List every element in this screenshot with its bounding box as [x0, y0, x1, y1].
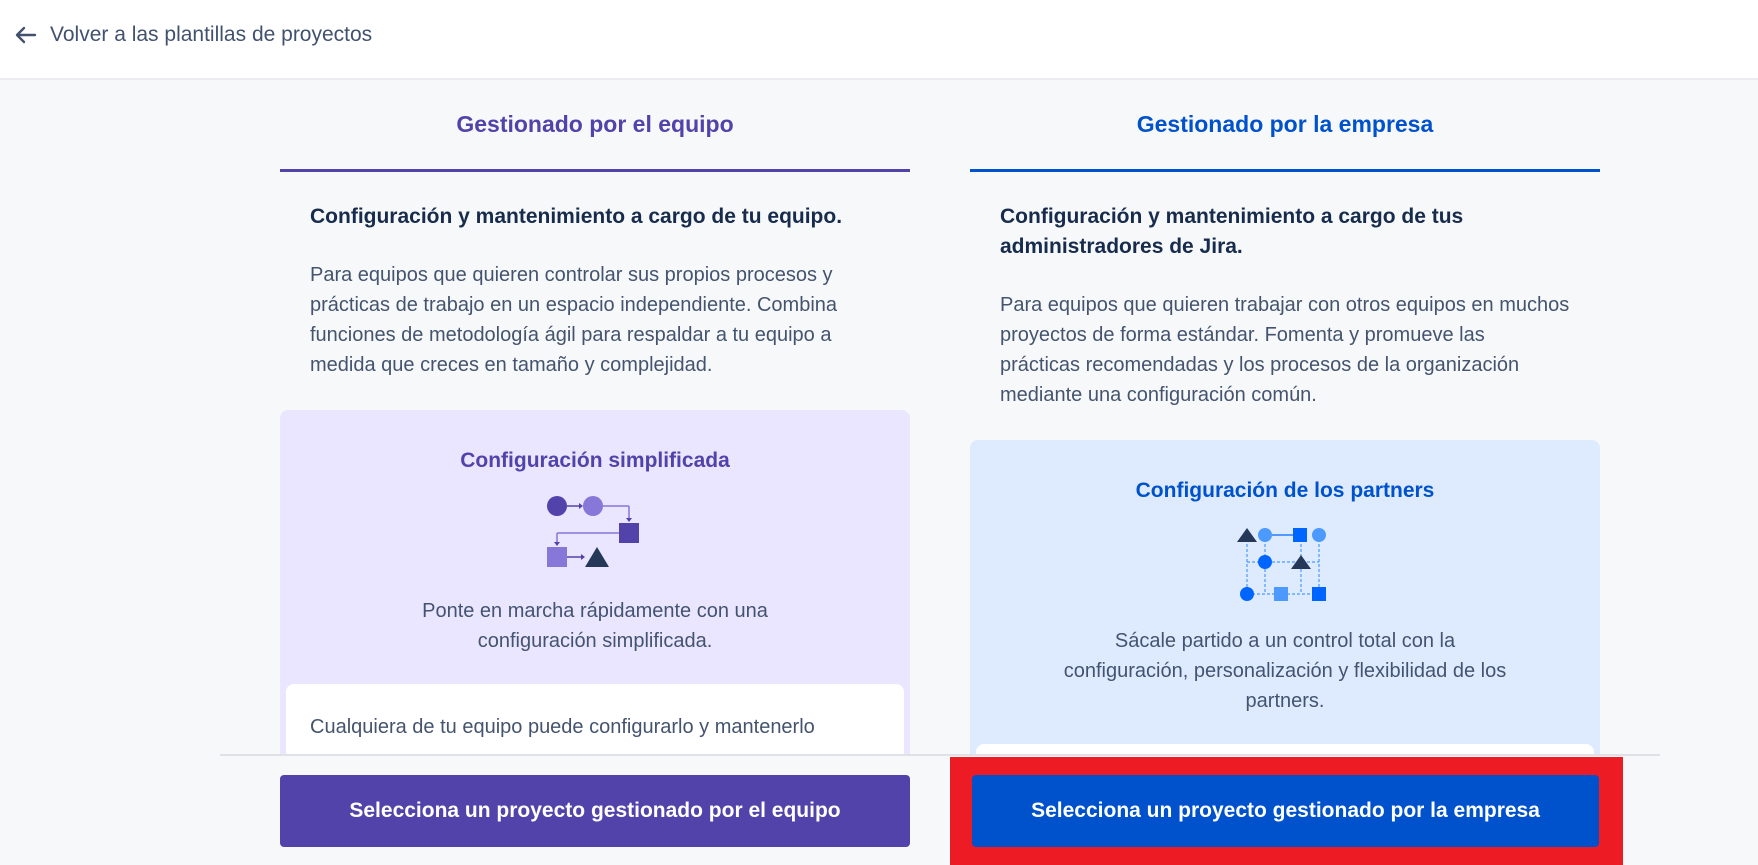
- team-managed-column: Gestionado por el equipo Configuración y…: [280, 80, 910, 804]
- team-feature-title: Configuración simplificada: [460, 449, 730, 472]
- company-feature-text: Sácale partido a un control total con la…: [1063, 630, 1507, 712]
- team-description: Configuración y mantenimiento a cargo de…: [280, 172, 910, 380]
- company-feature-card: Configuración de los partners Sácale par…: [970, 440, 1600, 864]
- tab-company-managed[interactable]: Gestionado por la empresa: [970, 80, 1600, 172]
- team-feature-text: Ponte en marcha rápidamente con una conf…: [422, 600, 768, 652]
- top-bar: Volver a las plantillas de proyectos: [0, 0, 1758, 80]
- company-heading: Configuración y mantenimiento a cargo de…: [1000, 205, 1464, 258]
- company-description-text: Para equipos que quieren trabajar con ot…: [1000, 294, 1570, 406]
- tab-team-managed-label: Gestionado por el equipo: [456, 111, 734, 137]
- partner-config-illustration: [1237, 528, 1326, 601]
- team-feature-card: Configuración simplificada Ponte en marc…: [280, 410, 910, 804]
- simplified-config-illustration: [547, 496, 639, 567]
- tab-company-managed-label: Gestionado por la empresa: [1136, 111, 1434, 137]
- select-team-managed-button[interactable]: Selecciona un proyecto gestionado por el…: [280, 775, 910, 847]
- team-description-text: Para equipos que quieren controlar sus p…: [310, 264, 838, 376]
- company-description: Configuración y mantenimiento a cargo de…: [970, 172, 1600, 410]
- select-company-managed-button[interactable]: Selecciona un proyecto gestionado por la…: [972, 775, 1599, 847]
- tab-team-managed[interactable]: Gestionado por el equipo: [280, 80, 910, 172]
- team-inner-text: Cualquiera de tu equipo puede configurar…: [310, 716, 815, 738]
- footer-divider: [220, 754, 1660, 756]
- back-to-templates-link[interactable]: Volver a las plantillas de proyectos: [14, 20, 372, 50]
- company-managed-column: Gestionado por la empresa Configuración …: [970, 80, 1600, 864]
- back-link-label: Volver a las plantillas de proyectos: [50, 23, 373, 46]
- footer-action-bar: Selecciona un proyecto gestionado por el…: [0, 754, 1758, 865]
- company-feature-title: Configuración de los partners: [1135, 479, 1435, 502]
- arrow-left-icon: [14, 23, 38, 47]
- team-heading: Configuración y mantenimiento a cargo de…: [310, 205, 843, 228]
